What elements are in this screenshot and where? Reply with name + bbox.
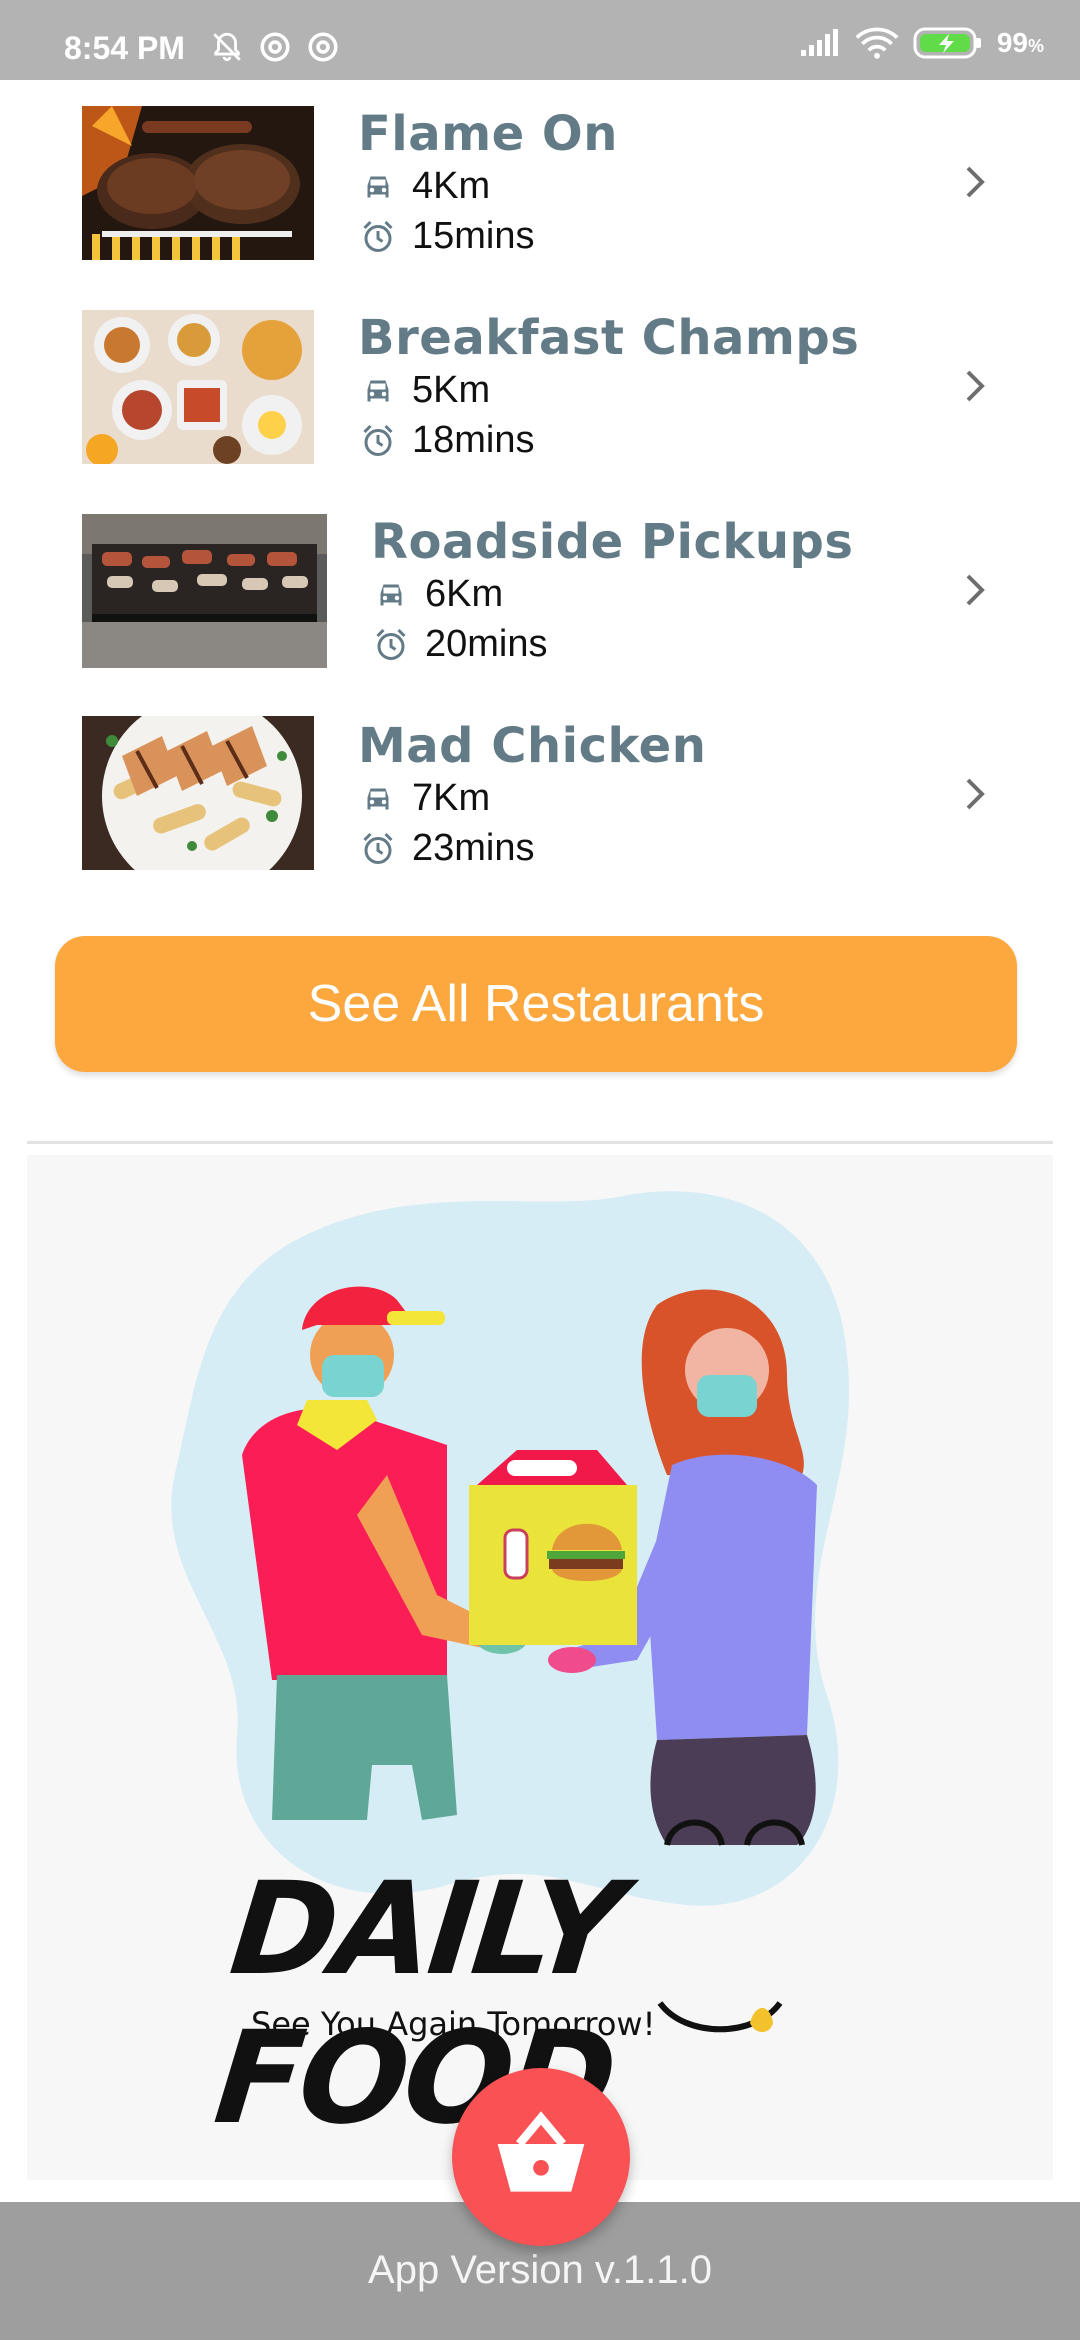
smile-icon — [657, 2001, 783, 2033]
restaurant-distance: 4Km — [412, 165, 491, 207]
sync-icon — [260, 32, 290, 62]
battery-unit: % — [1027, 36, 1044, 56]
chevron-right-icon — [966, 166, 985, 198]
alarm-clock-icon — [376, 628, 406, 660]
tagline: See You Again Tomorrow! — [251, 2005, 656, 2043]
alarm-clock-icon — [363, 220, 393, 252]
wifi-icon — [855, 27, 899, 59]
restaurant-image — [82, 106, 314, 260]
brand-eyes-decoration — [664, 1819, 805, 1846]
see-all-restaurants-button[interactable]: See All Restaurants — [55, 936, 1017, 1072]
restaurant-time: 15mins — [412, 215, 535, 257]
shopping-basket-icon — [497, 2111, 585, 2192]
restaurant-image — [82, 514, 327, 668]
alarm-clock-icon — [363, 424, 393, 456]
car-icon — [367, 788, 389, 809]
restaurant-distance: 5Km — [412, 369, 491, 411]
restaurant-name: Mad Chicken — [358, 718, 707, 774]
restaurant-distance: 6Km — [425, 573, 504, 615]
restaurant-distance: 7Km — [412, 777, 491, 819]
battery-charging-icon — [913, 27, 981, 59]
car-icon — [367, 380, 389, 401]
restaurant-time: 23mins — [412, 827, 535, 869]
restaurant-time: 18mins — [412, 419, 535, 461]
sync-icon — [308, 32, 338, 62]
restaurant-image — [82, 310, 314, 464]
restaurant-name: Flame On — [358, 106, 618, 162]
list-item[interactable]: Roadside Pickups 6Km 20mins — [0, 488, 1080, 668]
alarm-clock-icon — [363, 832, 393, 864]
status-time: 8:54 PM — [64, 30, 185, 66]
promo-banner: DAILY FOOD See You Again Tomorrow! — [27, 1155, 1053, 2180]
restaurant-time: 20mins — [425, 623, 548, 665]
list-item[interactable]: Mad Chicken 7Km 23mins — [0, 692, 1080, 872]
car-icon — [380, 584, 402, 605]
restaurant-name: Roadside Pickups — [371, 514, 854, 570]
app-version: App Version v.1.1.0 — [368, 2248, 712, 2292]
chevron-right-icon — [966, 370, 985, 402]
chevron-right-icon — [966, 574, 985, 606]
battery-level: 99 — [996, 27, 1028, 58]
notifications-off-icon — [213, 32, 241, 62]
cart-fab-button[interactable] — [452, 2068, 630, 2246]
restaurant-name: Breakfast Champs — [358, 310, 860, 366]
car-icon — [367, 176, 389, 197]
restaurant-image — [82, 716, 314, 870]
status-bar: 8:54 PM 99% — [0, 0, 1080, 80]
signal-icon — [800, 29, 838, 56]
brand-logo: DAILY FOOD — [208, 1855, 628, 2153]
chevron-right-icon — [966, 778, 985, 810]
list-item[interactable]: Breakfast Champs 5Km 18mins — [0, 284, 1080, 464]
list-item[interactable]: Flame On 4Km 15mins — [0, 80, 1080, 260]
divider — [27, 1141, 1053, 1144]
